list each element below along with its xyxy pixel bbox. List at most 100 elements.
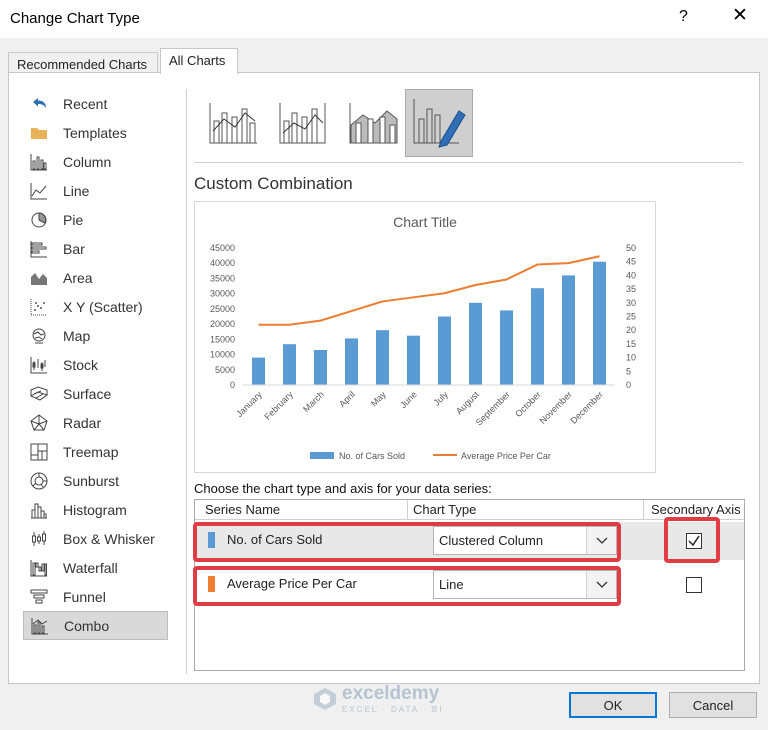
help-icon[interactable]: ? xyxy=(679,8,688,26)
y2-tick-label: 5 xyxy=(626,366,631,376)
tab-all-charts[interactable]: All Charts xyxy=(160,48,238,74)
y-tick-label: 25000 xyxy=(210,304,235,314)
sidebar-item-sunburst[interactable]: Sunburst xyxy=(23,466,168,495)
bar-mark xyxy=(499,310,514,385)
sidebar-item-label: Stock xyxy=(63,356,99,373)
funnel-chart-icon xyxy=(29,587,49,607)
y-tick-label: 35000 xyxy=(210,273,235,283)
bar-mark xyxy=(251,357,266,385)
chart-svg: Chart Title 0500010000150002000025000300… xyxy=(210,214,636,461)
secondary-axis-checkbox[interactable] xyxy=(686,577,702,593)
sidebar-item-recent[interactable]: Recent xyxy=(23,89,168,118)
chevron-down-icon[interactable] xyxy=(586,571,616,598)
bar-mark xyxy=(375,330,390,385)
sidebar-item-treemap[interactable]: Treemap xyxy=(23,437,168,466)
exceldemy-logo-icon xyxy=(314,687,336,710)
sidebar-item-label: Waterfall xyxy=(63,559,118,576)
column-chart-icon xyxy=(29,152,49,172)
header-secondary-axis: Secondary Axis xyxy=(651,502,741,517)
sidebar-item-label: Funnel xyxy=(63,588,106,605)
series-color-swatch xyxy=(208,532,215,548)
bar-mark xyxy=(468,302,483,385)
sidebar-item-label: Sunburst xyxy=(63,472,120,489)
cancel-button[interactable]: Cancel xyxy=(669,692,757,718)
chart-type-select[interactable]: Line xyxy=(433,570,617,599)
x-tick-label: August xyxy=(454,389,481,416)
line-series xyxy=(258,255,600,326)
sidebar-item-column[interactable]: Column xyxy=(23,147,168,176)
bar-mark xyxy=(282,344,297,385)
stock-chart-icon xyxy=(29,355,49,375)
y2-tick-label: 35 xyxy=(626,284,636,294)
sidebar-item-funnel[interactable]: Funnel xyxy=(23,582,168,611)
clustered-column-line-icon[interactable] xyxy=(199,89,267,157)
sidebar-item-templates[interactable]: Templates xyxy=(23,118,168,147)
sidebar-item-scatter[interactable]: X Y (Scatter) xyxy=(23,292,168,321)
secondary-axis-ticks: 0 5 10 15 20 25 30 35 40 45 50 xyxy=(626,243,636,390)
treemap-chart-icon xyxy=(29,442,49,462)
y-tick-label: 30000 xyxy=(210,289,235,299)
chart-type-select[interactable]: Clustered Column xyxy=(433,526,617,555)
custom-combination-icon[interactable] xyxy=(405,89,473,157)
line-chart-icon xyxy=(29,181,49,201)
chart-legend: No. of Cars Sold Average Price Per Car xyxy=(310,451,551,461)
series-prompt: Choose the chart type and axis for your … xyxy=(194,481,492,496)
series-color-swatch xyxy=(208,576,215,592)
sidebar-item-radar[interactable]: Radar xyxy=(23,408,168,437)
sidebar-divider xyxy=(186,89,187,674)
line-path xyxy=(258,255,600,326)
chart-preview: Chart Title 0 5000 10000 15000 20000 25000 300… xyxy=(194,201,656,473)
x-tick-label: November xyxy=(537,389,573,425)
y-tick-label: 5000 xyxy=(215,365,235,375)
bar-mark xyxy=(406,335,421,385)
series-grid: Series Name Chart Type Secondary Axis No… xyxy=(194,499,745,671)
x-tick-label: June xyxy=(398,389,419,410)
sidebar-item-map[interactable]: Map xyxy=(23,321,168,350)
sunburst-chart-icon xyxy=(29,471,49,491)
sidebar-item-stock[interactable]: Stock xyxy=(23,350,168,379)
sidebar-item-bar[interactable]: Bar xyxy=(23,234,168,263)
x-tick-label: April xyxy=(337,389,357,409)
bar-mark xyxy=(313,349,328,385)
folder-icon xyxy=(29,123,49,143)
sidebar-item-label: Histogram xyxy=(63,501,127,518)
sidebar-item-waterfall[interactable]: Waterfall xyxy=(23,553,168,582)
sidebar-item-pie[interactable]: Pie xyxy=(23,205,168,234)
area-chart-icon xyxy=(29,268,49,288)
box-whisker-chart-icon xyxy=(29,529,49,549)
series-row-avg-price: Average Price Per Car Line xyxy=(195,566,744,604)
y2-tick-label: 45 xyxy=(626,257,636,267)
clustered-column-line-secondary-icon[interactable] xyxy=(269,89,337,157)
bar-chart-icon xyxy=(29,239,49,259)
sidebar-item-line[interactable]: Line xyxy=(23,176,168,205)
gallery-divider xyxy=(195,162,743,163)
x-tick-label: December xyxy=(568,389,604,425)
radar-chart-icon xyxy=(29,413,49,433)
close-icon[interactable]: ✕ xyxy=(732,6,748,26)
sidebar-item-label: Templates xyxy=(63,124,127,141)
watermark-logo: exceldemy EXCEL · DATA · BI xyxy=(312,683,443,714)
ok-button[interactable]: OK xyxy=(569,692,657,718)
sidebar-item-histogram[interactable]: Histogram xyxy=(23,495,168,524)
chart-title: Chart Title xyxy=(393,214,457,230)
sidebar-item-combo[interactable]: Combo xyxy=(23,611,168,640)
secondary-axis-checkbox[interactable] xyxy=(686,533,702,549)
sidebar-item-label: Treemap xyxy=(63,443,119,460)
tab-recommended-charts[interactable]: Recommended Charts xyxy=(8,52,158,74)
sidebar-item-label: Pie xyxy=(63,211,84,228)
sidebar-item-label: Combo xyxy=(64,617,110,634)
sidebar-item-surface[interactable]: Surface xyxy=(23,379,168,408)
sidebar-item-area[interactable]: Area xyxy=(23,263,168,292)
chart-type-value: Clustered Column xyxy=(439,533,544,548)
section-heading: Custom Combination xyxy=(194,174,353,193)
series-name: Average Price Per Car xyxy=(227,576,357,591)
chevron-down-icon[interactable] xyxy=(586,527,616,554)
y2-tick-label: 25 xyxy=(626,312,636,322)
stacked-area-column-icon[interactable] xyxy=(339,89,407,157)
chart-type-sidebar: Recent Templates Column Line Pie Bar Are… xyxy=(23,89,168,640)
sidebar-item-box-whisker[interactable]: Box & Whisker xyxy=(23,524,168,553)
y-tick-label: 45000 xyxy=(210,243,235,253)
pie-chart-icon xyxy=(29,210,49,230)
series-row-cars-sold: No. of Cars Sold Clustered Column xyxy=(195,522,744,560)
y-tick-label: 15000 xyxy=(210,334,235,344)
